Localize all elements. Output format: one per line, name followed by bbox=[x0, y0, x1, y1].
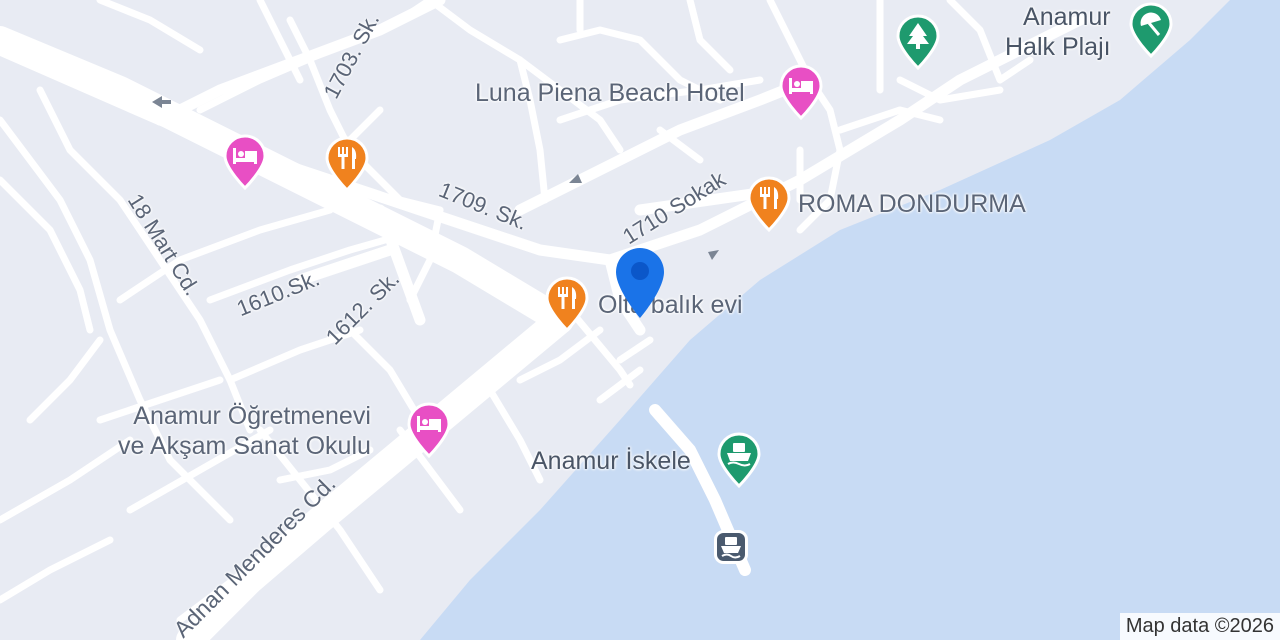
fork-knife-icon[interactable] bbox=[544, 276, 590, 332]
ferry-icon[interactable] bbox=[714, 530, 748, 564]
poi-label-line: ve Akşam Sanat Okulu bbox=[118, 432, 371, 460]
bed-icon[interactable] bbox=[406, 402, 452, 458]
fork-knife-icon[interactable] bbox=[324, 136, 370, 192]
poi-label-luna-piena[interactable]: Luna Piena Beach Hotel bbox=[475, 78, 745, 108]
location-pin-icon[interactable] bbox=[613, 244, 667, 322]
tree-icon[interactable] bbox=[895, 14, 941, 70]
map-canvas[interactable]: 1703. Sk. 1709. Sk. 1710 Sokak 18 Mart C… bbox=[0, 0, 1280, 640]
bed-icon[interactable] bbox=[778, 64, 824, 120]
poi-label-line: Anamur Öğretmenevi bbox=[133, 402, 371, 430]
poi-label-iskele[interactable]: Anamur İskele bbox=[531, 446, 691, 476]
fork-knife-icon[interactable] bbox=[746, 176, 792, 232]
ferry-icon[interactable] bbox=[716, 432, 762, 488]
poi-label-line: Anamur bbox=[1023, 3, 1111, 31]
poi-label-ogretmenevi[interactable]: Anamur Öğretmenevi ve Akşam Sanat Okulu bbox=[118, 401, 371, 461]
map-attribution: Map data ©2026 bbox=[1119, 613, 1280, 640]
poi-label-roma-dondurma[interactable]: ROMA DONDURMA bbox=[798, 189, 1026, 219]
beach-umbrella-icon[interactable] bbox=[1128, 2, 1174, 58]
bed-icon[interactable] bbox=[222, 134, 268, 190]
poi-label-line: Halk Plajı bbox=[1005, 33, 1111, 61]
poi-label-halk-plaji[interactable]: Anamur Halk Plajı bbox=[1005, 2, 1111, 62]
